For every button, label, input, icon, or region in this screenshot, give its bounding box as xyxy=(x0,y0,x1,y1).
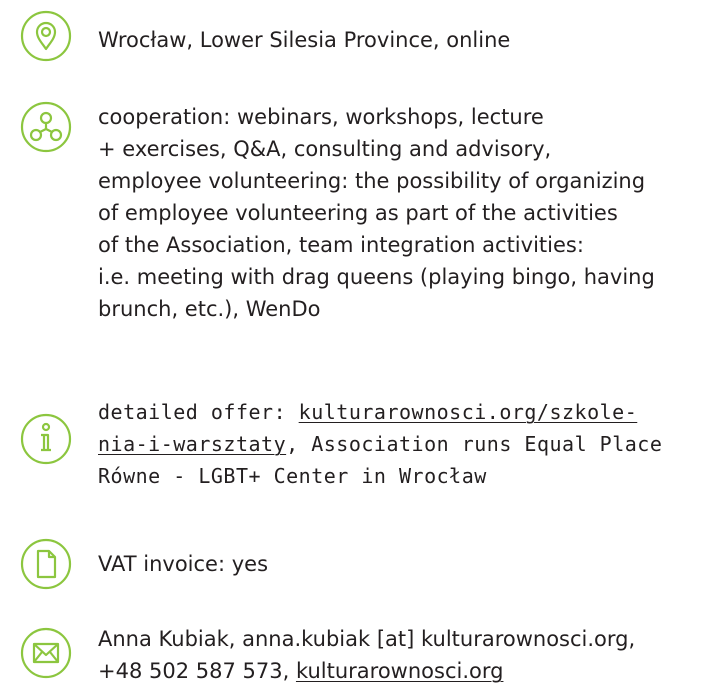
offer-text: detailed offer: kulturarownosci.org/szko… xyxy=(98,396,708,492)
info-icon xyxy=(20,413,72,465)
location-text: Wrocław, Lower Silesia Province, online xyxy=(98,28,511,52)
location-pin-icon xyxy=(20,10,72,62)
offer-link-continued[interactable]: nia-i-warsztaty xyxy=(98,432,286,456)
offer-line2-rest: , Association runs Equal Place xyxy=(286,432,663,456)
offer-link[interactable]: kulturarownosci.org/szkole- xyxy=(299,400,638,424)
contact-phone: +48 502 587 573, xyxy=(98,659,296,683)
contact-website-link[interactable]: kulturarownosci.org xyxy=(296,659,504,683)
contact-text: Anna Kubiak, anna.kubiak [at] kulturarow… xyxy=(98,623,708,687)
invoice-text: VAT invoice: yes xyxy=(98,552,269,576)
offer-line3: Równe - LGBT+ Center in Wrocław xyxy=(98,464,487,488)
offer-prefix: detailed offer: xyxy=(98,400,299,424)
contact-line1: Anna Kubiak, anna.kubiak [at] kulturarow… xyxy=(98,627,636,651)
document-icon xyxy=(20,538,72,590)
network-nodes-icon xyxy=(20,101,72,153)
envelope-icon xyxy=(20,627,72,679)
cooperation-text: cooperation: webinars, workshops, lectur… xyxy=(98,105,655,321)
